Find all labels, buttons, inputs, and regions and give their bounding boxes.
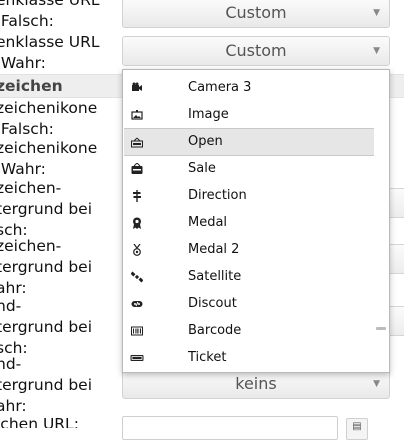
- dropdown-option-label: Medal: [188, 215, 228, 230]
- dropdown-option-label: Satellite: [188, 269, 242, 284]
- dropdown-option-label: Medal 2: [188, 242, 240, 257]
- url-false-select[interactable]: Custom ▼: [122, 0, 390, 28]
- dropdown-option-label: Barcode: [188, 323, 242, 338]
- dropdown-option-label: Discout: [188, 296, 237, 311]
- ticket-icon: [130, 344, 144, 371]
- satellite-icon: [130, 263, 144, 290]
- barcode-icon: [130, 317, 144, 344]
- band-bg-true-select-value: keins: [235, 374, 277, 393]
- image-icon: [130, 101, 144, 128]
- dropdown-option-medal[interactable]: Medal: [124, 209, 374, 236]
- dropdown-option-discout[interactable]: Discout: [124, 290, 374, 317]
- dropdown-option-sale[interactable]: Sale: [124, 155, 374, 182]
- dropdown-option-satellite[interactable]: Satellite: [124, 263, 374, 290]
- url-false-select-value: Custom: [225, 3, 287, 22]
- medal-2-icon: [130, 236, 144, 263]
- chevron-down-icon: ▼: [373, 8, 380, 18]
- dropdown-option-open[interactable]: Open: [124, 128, 374, 156]
- url-true-select-value: Custom: [225, 41, 287, 60]
- chevron-down-icon: ▼: [373, 46, 380, 56]
- direction-signpost-icon: [130, 182, 144, 209]
- sign-url-picker-button[interactable]: ▤: [346, 418, 368, 440]
- icon-dropdown-list: Camera 3 Image Open Sale Direction Medal: [122, 69, 390, 373]
- label-bg-false: zeichen- tergrund bei sch:: [0, 179, 93, 239]
- labels-column: enklasse URL Falsch: enklasse URL Wahr: …: [0, 0, 122, 428]
- dropdown-option-barcode[interactable]: Barcode: [124, 317, 374, 344]
- label-band-bg-false: nd- tergrund bei sch:: [0, 297, 93, 357]
- label-url-true: enklasse URL Wahr:: [0, 33, 100, 72]
- band-bg-true-select[interactable]: keins ▼: [122, 369, 390, 399]
- dropdown-option-image[interactable]: Image: [124, 101, 374, 128]
- dropdown-option-camera-3[interactable]: Camera 3: [124, 74, 374, 101]
- sale-tag-icon: [130, 155, 144, 182]
- sign-url-input[interactable]: [122, 416, 338, 440]
- label-band-bg-true: nd- tergrund bei ahr:: [0, 355, 93, 415]
- label-sign-url: ichen URL:: [0, 415, 79, 428]
- camera-icon: [130, 74, 144, 101]
- dropdown-option-label: Ticket: [188, 350, 227, 365]
- url-true-select[interactable]: Custom ▼: [122, 36, 390, 66]
- medal-icon: [130, 209, 144, 236]
- dropdown-option-label: Image: [188, 107, 229, 122]
- label-icon-false: zeichenikone Falsch:: [0, 99, 98, 138]
- label-icon-true: zeichenikone Wahr:: [0, 139, 98, 178]
- dropdown-option-label: Camera 3: [188, 80, 252, 95]
- dropdown-option-ticket[interactable]: Ticket: [124, 344, 374, 371]
- discount-icon: [130, 290, 144, 317]
- chevron-down-icon: ▼: [373, 379, 380, 389]
- dropdown-option-medal-2[interactable]: Medal 2: [124, 236, 374, 263]
- label-bg-true: zeichen- tergrund bei ahr:: [0, 237, 93, 297]
- open-sign-icon: [130, 129, 144, 156]
- section-header: zeichen: [0, 74, 122, 98]
- dropdown-option-label: Sale: [188, 161, 216, 176]
- dropdown-option-direction[interactable]: Direction: [124, 182, 374, 209]
- dropdown-option-label: Open: [188, 134, 223, 149]
- label-url-false: enklasse URL Falsch:: [0, 0, 100, 30]
- dropdown-option-label: Direction: [188, 188, 247, 203]
- dropdown-scrollbar[interactable]: [376, 327, 386, 330]
